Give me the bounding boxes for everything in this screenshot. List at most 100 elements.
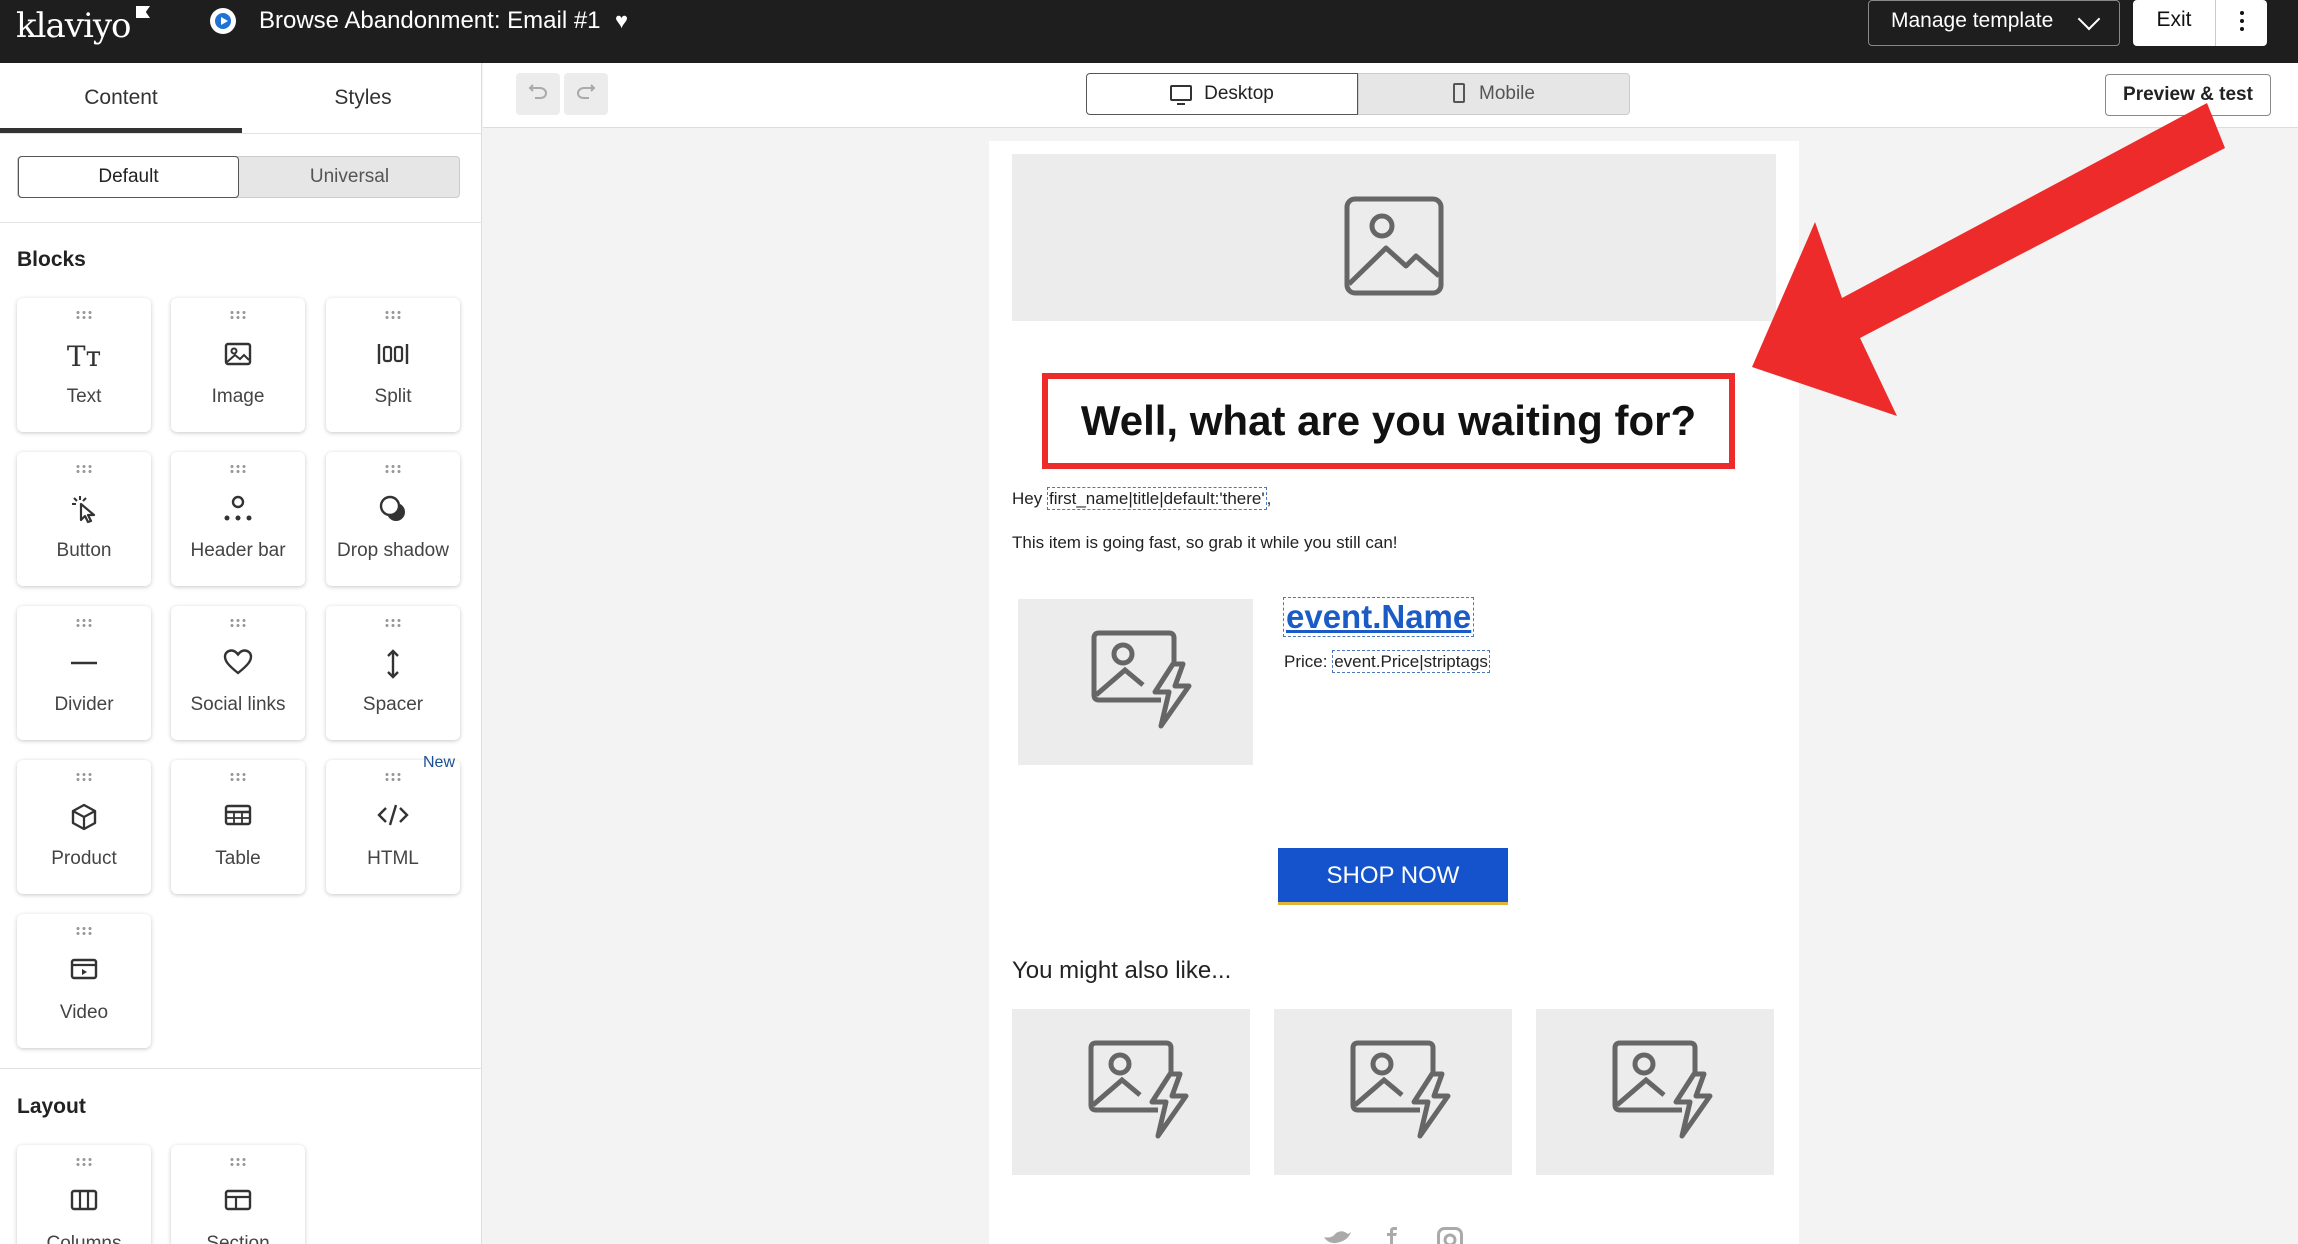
block-section[interactable]: Section (171, 1145, 305, 1244)
text-icon: Tт (66, 340, 102, 373)
drag-handle-icon (75, 926, 93, 936)
tab-styles[interactable]: Styles (242, 63, 484, 133)
block-label: Table (215, 848, 261, 869)
instagram-icon[interactable] (1437, 1227, 1463, 1244)
redo-button[interactable] (564, 73, 608, 115)
block-table[interactable]: Table (171, 760, 305, 894)
image-icon (171, 340, 305, 374)
drag-handle-icon (384, 618, 402, 628)
drag-handle-icon (229, 1157, 247, 1167)
block-label: Section (206, 1233, 270, 1244)
block-split[interactable]: Split (326, 298, 460, 432)
shop-now-button[interactable]: SHOP NOW (1278, 848, 1508, 905)
block-label: Social links (190, 694, 286, 715)
recommendation-image-placeholder[interactable] (1536, 1009, 1774, 1175)
price-prefix: Price: (1284, 652, 1333, 671)
phone-icon (1453, 83, 1465, 103)
blocks-heading: Blocks (17, 248, 86, 271)
first-name-merge-tag: first_name|title|default:'there' (1046, 487, 1267, 510)
code-icon (326, 802, 460, 836)
template-title[interactable]: Browse Abandonment: Email #1 (259, 7, 601, 35)
dynamic-image-icon (1612, 1040, 1713, 1139)
more-options-button[interactable] (2215, 0, 2267, 46)
block-image[interactable]: Image (171, 298, 305, 432)
event-name-merge-tag[interactable]: event.Name (1283, 597, 1475, 637)
sidebar-divider (0, 222, 482, 223)
default-universal-toggle: Default Universal (17, 156, 460, 198)
undo-icon (528, 84, 548, 99)
facebook-icon[interactable] (1385, 1227, 1399, 1244)
block-spacer[interactable]: Spacer (326, 606, 460, 740)
email-headline: Well, what are you waiting for? (1080, 397, 1697, 444)
drop-shadow-icon (326, 494, 460, 532)
highlighted-headline-block[interactable]: Well, what are you waiting for? (1042, 373, 1735, 469)
block-label: Split (374, 386, 412, 407)
block-label: Video (59, 1002, 109, 1023)
header-image-placeholder[interactable] (1012, 154, 1776, 321)
block-drop-shadow[interactable]: Drop shadow (326, 452, 460, 586)
preview-test-button[interactable]: Preview & test (2105, 74, 2271, 116)
logo-flag-icon (136, 6, 150, 18)
cube-icon (17, 802, 151, 840)
greeting-line[interactable]: Hey first_name|title|default:'there', (1012, 487, 1272, 510)
flow-status-icon[interactable] (210, 8, 236, 34)
block-product[interactable]: Product (17, 760, 151, 894)
manage-template-label: Manage template (1891, 9, 2054, 32)
dynamic-image-icon (1350, 1040, 1451, 1139)
greeting-suffix: , (1266, 489, 1272, 508)
body-line[interactable]: This item is going fast, so grab it whil… (1012, 533, 1398, 553)
drag-handle-icon (229, 464, 247, 474)
klaviyo-logo[interactable]: klaviyo (16, 6, 132, 46)
price-line[interactable]: Price: event.Price|striptags (1284, 650, 1490, 673)
drag-handle-icon (384, 464, 402, 474)
block-button[interactable]: Button (17, 452, 151, 586)
desktop-view-button[interactable]: Desktop (1086, 73, 1358, 115)
drag-handle-icon (384, 310, 402, 320)
manage-template-button[interactable]: Manage template (1868, 0, 2120, 46)
favorite-heart-icon[interactable]: ♥ (615, 8, 628, 34)
block-label: Button (56, 540, 112, 561)
product-image-placeholder[interactable] (1018, 599, 1253, 765)
columns-icon (17, 1187, 151, 1221)
tab-divider (0, 133, 482, 134)
top-bar: klaviyo Browse Abandonment: Email #1 ♥ M… (0, 0, 2298, 63)
dynamic-image-icon (1091, 630, 1192, 729)
segment-default[interactable]: Default (18, 156, 239, 198)
twitter-icon[interactable] (1322, 1229, 1352, 1244)
sidebar-divider (0, 1068, 482, 1069)
block-video[interactable]: Video (17, 914, 151, 1048)
block-label: Divider (54, 694, 114, 715)
drag-handle-icon (75, 772, 93, 782)
exit-button[interactable]: Exit (2133, 0, 2215, 46)
block-social-links[interactable]: Social links (171, 606, 305, 740)
kebab-icon (2240, 11, 2244, 15)
block-label: Header bar (190, 540, 286, 561)
tab-content[interactable]: Content (0, 63, 242, 133)
header-bar-icon (171, 494, 305, 530)
block-label: Spacer (362, 694, 424, 715)
recommendation-image-placeholder[interactable] (1012, 1009, 1250, 1175)
spacer-icon (326, 648, 460, 688)
block-text[interactable]: Tт Text (17, 298, 151, 432)
drag-handle-icon (75, 1157, 93, 1167)
drag-handle-icon (75, 310, 93, 320)
block-divider[interactable]: Divider (17, 606, 151, 740)
content-sidebar: Content Styles Default Universal Blocks … (0, 63, 482, 1244)
block-html[interactable]: New HTML (326, 754, 460, 894)
drag-handle-icon (229, 772, 247, 782)
segment-universal[interactable]: Universal (239, 157, 460, 197)
block-header-bar[interactable]: Header bar (171, 452, 305, 586)
undo-button[interactable] (516, 73, 560, 115)
recommendation-image-placeholder[interactable] (1274, 1009, 1512, 1175)
block-label: Image (211, 386, 265, 407)
email-canvas: Well, what are you waiting for? Hey firs… (989, 141, 1799, 1244)
drag-handle-icon (75, 618, 93, 628)
section-icon (171, 1187, 305, 1221)
block-label: Product (51, 848, 117, 869)
monitor-icon (1170, 85, 1193, 105)
desktop-label: Desktop (1204, 83, 1274, 104)
block-columns[interactable]: Columns (17, 1145, 151, 1244)
also-like-heading[interactable]: You might also like... (1012, 957, 1231, 985)
mobile-view-button[interactable]: Mobile (1358, 73, 1630, 115)
table-icon (171, 802, 305, 836)
